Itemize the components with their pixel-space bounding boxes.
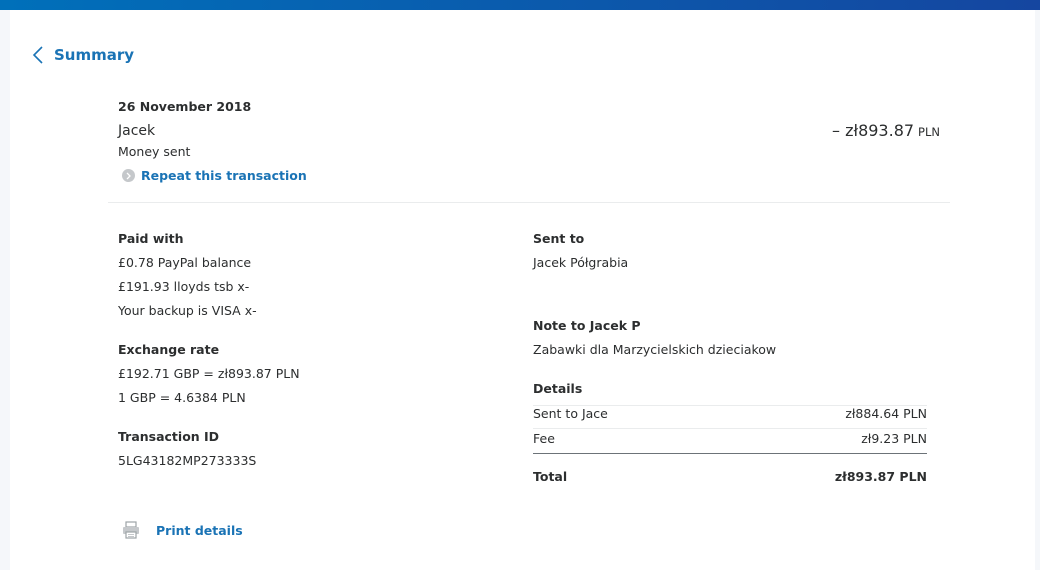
print-details-link[interactable]: Print details (122, 521, 243, 539)
chevron-left-icon (32, 46, 43, 64)
details-heading: Details (533, 381, 583, 396)
details-row-value: zł9.23 PLN (861, 431, 927, 446)
details-row-value: zł884.64 PLN (845, 406, 927, 421)
details-total-value: zł893.87 PLN (834, 469, 927, 484)
section-divider (108, 202, 950, 203)
amount-value: – zł893.87 (832, 121, 915, 140)
transaction-type: Money sent (118, 144, 191, 159)
exchange-rate-line: £192.71 GBP = zł893.87 PLN (118, 366, 300, 381)
print-details-label: Print details (156, 522, 243, 538)
printer-icon (123, 521, 139, 539)
back-to-summary-link[interactable]: Summary (30, 44, 134, 66)
details-row-divider (533, 428, 927, 429)
chevron-right-circle-icon (122, 169, 135, 182)
transaction-details-card: Summary 26 November 2018 Jacek Money sen… (10, 10, 1035, 570)
sent-to-heading: Sent to (533, 231, 585, 246)
transaction-id-heading: Transaction ID (118, 429, 220, 444)
note-heading: Note to Jacek P (533, 318, 641, 333)
transaction-id-value: 5LG43182MP273333S (118, 453, 257, 468)
top-brand-bar (0, 0, 1040, 10)
details-total-label: Total (533, 469, 568, 484)
paid-with-line: £191.93 lloyds tsb x- (118, 279, 250, 294)
recipient-name: Jacek (118, 123, 156, 139)
paid-with-heading: Paid with (118, 231, 184, 246)
sent-to-name: Jacek Półgrabia (533, 255, 629, 270)
details-row-label: Sent to Jace (533, 406, 608, 421)
exchange-rate-heading: Exchange rate (118, 342, 220, 357)
transaction-date: 26 November 2018 (118, 99, 252, 114)
paid-with-line: Your backup is VISA x- (118, 303, 257, 318)
exchange-rate-line: 1 GBP = 4.6384 PLN (118, 390, 246, 405)
note-text: Zabawki dla Marzycielskich dzieciakow (533, 342, 777, 357)
amount-currency: PLN (918, 125, 940, 139)
details-row-label: Fee (533, 431, 555, 446)
details-total-divider (533, 453, 927, 454)
transaction-amount: – zł893.87 PLN (832, 121, 940, 140)
repeat-transaction-link[interactable]: Repeat this transaction (122, 168, 307, 183)
repeat-transaction-label: Repeat this transaction (141, 168, 307, 183)
paid-with-line: £0.78 PayPal balance (118, 255, 252, 270)
back-link-label: Summary (54, 46, 135, 64)
